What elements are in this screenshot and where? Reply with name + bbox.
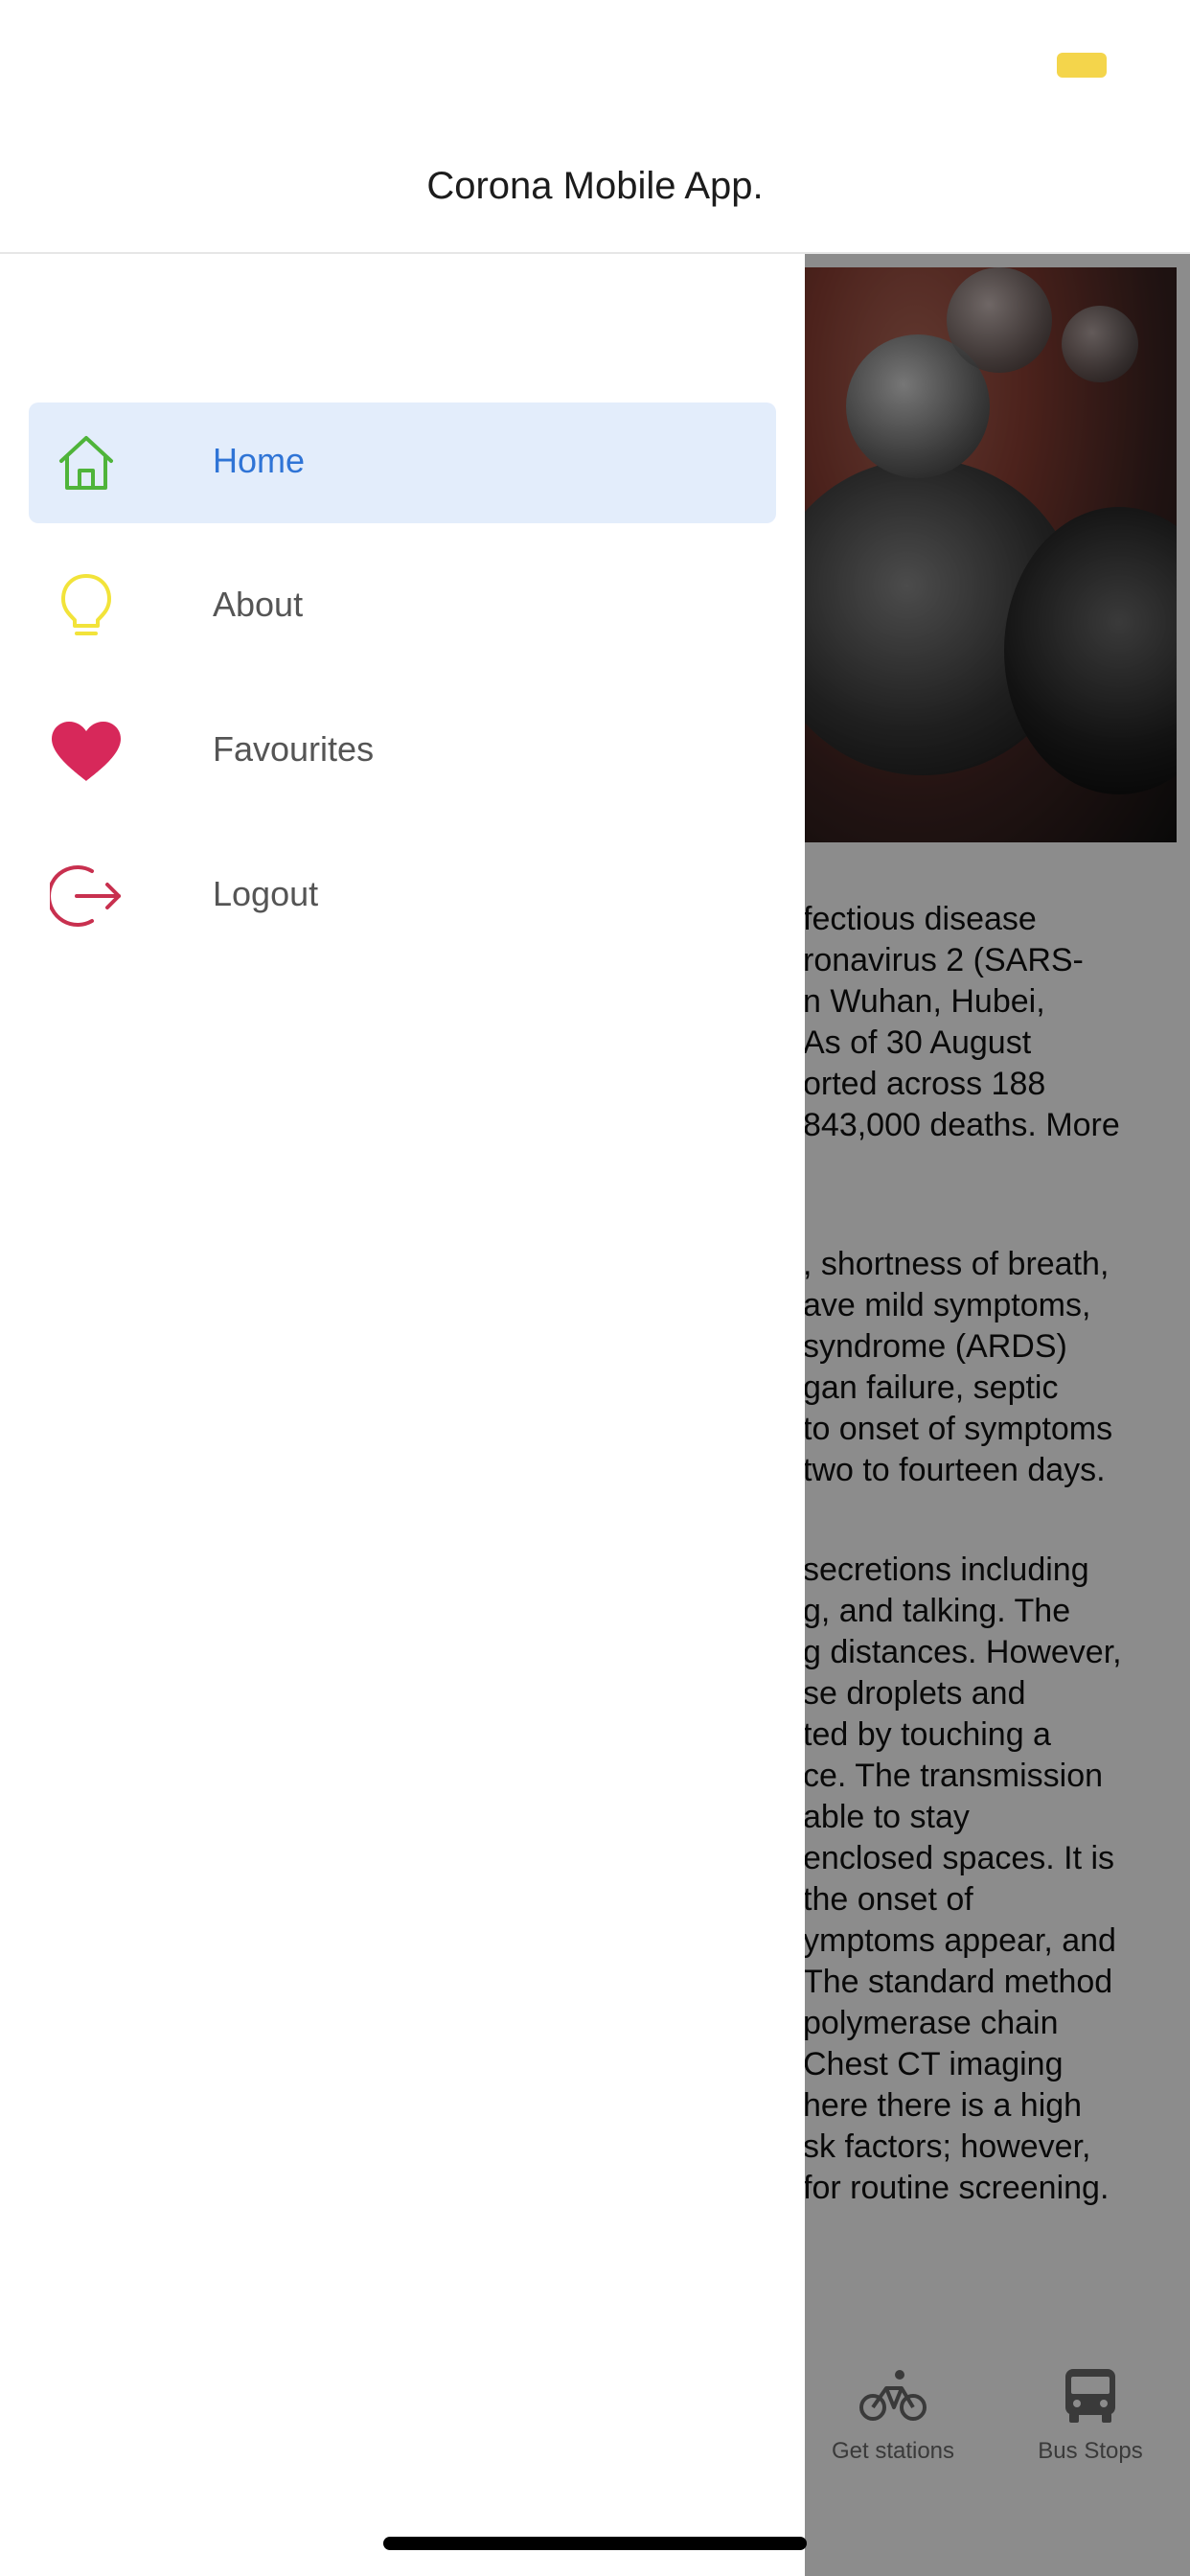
status-bar: [0, 0, 1190, 134]
drawer-item-label: Logout: [213, 874, 319, 913]
logout-icon: [48, 858, 125, 934]
drawer-item-logout[interactable]: Logout: [29, 836, 776, 956]
home-icon: [48, 425, 125, 501]
drawer-item-home[interactable]: Home: [29, 402, 776, 523]
drawer-item-label: About: [213, 585, 304, 624]
navigation-drawer: Home About Favourites Logout: [0, 254, 805, 2576]
drawer-item-about[interactable]: About: [29, 546, 776, 667]
home-indicator: [383, 2537, 807, 2550]
page-title: Corona Mobile App.: [426, 165, 764, 207]
lightbulb-icon: [48, 568, 125, 645]
drawer-item-label: Home: [213, 441, 306, 480]
app-header: Corona Mobile App.: [0, 134, 1190, 254]
battery-icon: [1057, 53, 1107, 78]
heart-icon: [48, 713, 125, 790]
drawer-item-label: Favourites: [213, 729, 375, 769]
drawer-item-favourites[interactable]: Favourites: [29, 691, 776, 812]
